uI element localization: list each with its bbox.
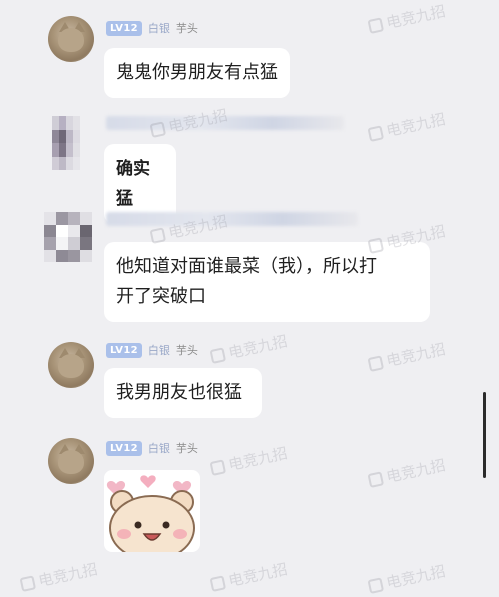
watermark: 电竞九招 — [209, 558, 290, 595]
watermark: 电竞九招 — [367, 108, 448, 145]
message-bubble[interactable]: 我男朋友也很猛 — [104, 368, 262, 418]
level-badge: LV12 — [106, 343, 142, 358]
message-meta: LV12 白银 芋头 — [106, 441, 198, 456]
title-badge: 白银 — [147, 22, 170, 35]
sender-name[interactable]: 芋头 — [176, 442, 198, 455]
scrollbar[interactable] — [483, 392, 486, 478]
message-bubble[interactable]: 鬼鬼你男朋友有点猛 — [104, 48, 290, 98]
title-badge: 白银 — [147, 344, 170, 357]
sender-name[interactable]: 芋头 — [176, 344, 198, 357]
sender-name[interactable]: 芋头 — [176, 22, 198, 35]
title-badge: 白银 — [147, 442, 170, 455]
cat-avatar[interactable] — [48, 16, 94, 62]
level-badge: LV12 — [106, 441, 142, 456]
level-badge: LV12 — [106, 21, 142, 36]
message-bubble[interactable]: 他知道对面谁最菜（我），所以打 开了突破口 — [104, 242, 430, 322]
watermark: 电竞九招 — [367, 338, 448, 375]
pixelated-avatar[interactable] — [52, 116, 80, 170]
watermark: 电竞九招 — [209, 330, 290, 367]
blurred-sender-name — [106, 212, 358, 226]
pixelated-avatar[interactable] — [44, 212, 92, 262]
cat-avatar[interactable] — [48, 438, 94, 484]
message-meta: LV12 白银 芋头 — [106, 343, 198, 358]
blurred-sender-name — [106, 116, 344, 130]
message-text: 我男朋友也很猛 — [116, 382, 242, 403]
chat-view: LV12 白银 芋头 鬼鬼你男朋友有点猛 确实猛 他知道对面谁最菜（我），所以打… — [0, 0, 499, 597]
watermark: 电竞九招 — [367, 560, 448, 597]
message-text: 鬼鬼你男朋友有点猛 — [116, 62, 278, 83]
message-text-line: 开了突破口 — [116, 286, 206, 307]
watermark: 电竞九招 — [367, 454, 448, 491]
message-text-line: 他知道对面谁最菜（我），所以打 — [116, 256, 377, 277]
watermark: 电竞九招 — [19, 558, 100, 595]
cat-avatar[interactable] — [48, 342, 94, 388]
message-meta: LV12 白银 芋头 — [106, 21, 198, 36]
bear-sticker[interactable] — [104, 470, 200, 552]
watermark: 电竞九招 — [367, 0, 448, 37]
message-text: 确实猛 — [116, 159, 150, 209]
watermark: 电竞九招 — [209, 442, 290, 479]
